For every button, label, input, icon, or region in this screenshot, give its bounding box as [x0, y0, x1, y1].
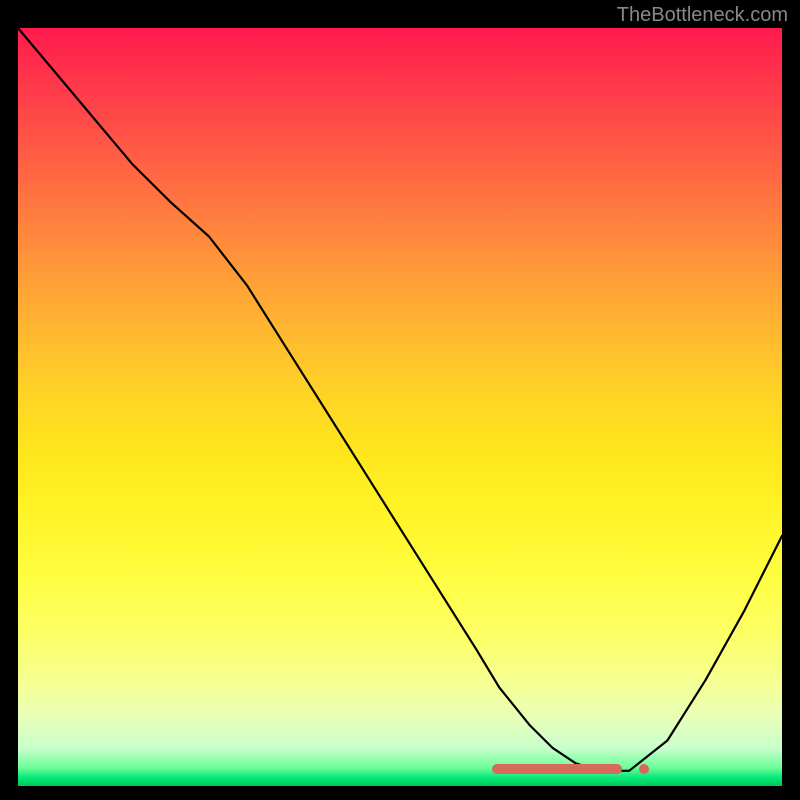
plot-area [18, 28, 782, 786]
optimal-range-marker [492, 764, 622, 774]
watermark-text: TheBottleneck.com [617, 4, 788, 27]
chart-curve [18, 28, 782, 786]
